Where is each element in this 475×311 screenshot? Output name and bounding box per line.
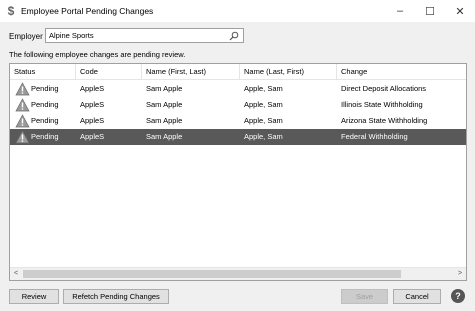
cancel-button[interactable]: Cancel [393,289,441,304]
horizontal-scrollbar[interactable]: < > [10,267,466,280]
column-header-change[interactable]: Change [337,64,466,80]
help-icon[interactable]: ? [451,289,465,303]
cell-change: Arizona State Withholding [341,116,428,125]
scroll-left-icon[interactable]: < [10,268,22,280]
review-button[interactable]: Review [9,289,59,304]
employer-row: Employer Alpine Sports [9,28,244,44]
cell-name-first-last: Sam Apple [146,84,183,93]
info-text: The following employee changes are pendi… [9,50,186,59]
cell-name-last-first: Apple, Sam [244,84,283,93]
cell-status: Pending [31,84,59,93]
cell-name-last-first: Apple, Sam [244,132,283,141]
title-bar: $ Employee Portal Pending Changes – ☐ ✕ [0,0,475,22]
pending-changes-grid: Status Code Name (First, Last) Name (Las… [9,63,467,281]
cell-status: Pending [31,132,59,141]
scroll-right-icon[interactable]: > [454,268,466,280]
cell-name-last-first: Apple, Sam [244,100,283,109]
employer-field[interactable]: Alpine Sports [45,28,244,43]
grid-header: Status Code Name (First, Last) Name (Las… [10,64,466,80]
window-title: Employee Portal Pending Changes [21,6,154,16]
cell-change: Illinois State Withholding [341,100,423,109]
column-header-status[interactable]: Status [10,64,76,80]
table-row[interactable]: Pending AppleS Sam Apple Apple, Sam Illinois… [10,97,466,113]
employer-label: Employer [9,31,43,41]
column-header-code[interactable]: Code [76,64,142,80]
cell-code: AppleS [80,84,105,93]
cell-code: AppleS [80,132,105,141]
scroll-thumb[interactable] [23,270,401,278]
warning-icon [15,82,30,96]
cell-code: AppleS [80,116,105,125]
save-button[interactable]: Save [341,289,388,304]
column-header-name-last-first[interactable]: Name (Last, First) [240,64,337,80]
minimize-button[interactable]: – [385,0,415,22]
cell-name-last-first: Apple, Sam [244,116,283,125]
warning-icon [15,130,30,144]
table-row[interactable]: Pending AppleS Sam Apple Apple, Sam Federal … [10,129,466,145]
cell-change: Direct Deposit Allocations [341,84,427,93]
cell-change: Federal Withholding [341,132,408,141]
search-icon[interactable] [229,31,239,41]
cell-name-first-last: Sam Apple [146,132,183,141]
table-row[interactable]: Pending AppleS Sam Apple Apple, Sam Arizona … [10,113,466,129]
cell-code: AppleS [80,100,105,109]
window-controls: – ☐ ✕ [385,0,475,22]
cell-name-first-last: Sam Apple [146,116,183,125]
maximize-button[interactable]: ☐ [415,0,445,22]
warning-icon [15,114,30,128]
table-row[interactable]: Pending AppleS Sam Apple Apple, Sam Direct D… [10,81,466,97]
dollar-icon: $ [7,4,15,18]
close-button[interactable]: ✕ [445,0,475,22]
cell-status: Pending [31,116,59,125]
employer-value: Alpine Sports [49,31,94,40]
warning-icon [15,98,30,112]
column-header-name-first-last[interactable]: Name (First, Last) [142,64,240,80]
refetch-button[interactable]: Refetch Pending Changes [63,289,169,304]
cell-name-first-last: Sam Apple [146,100,183,109]
cell-status: Pending [31,100,59,109]
